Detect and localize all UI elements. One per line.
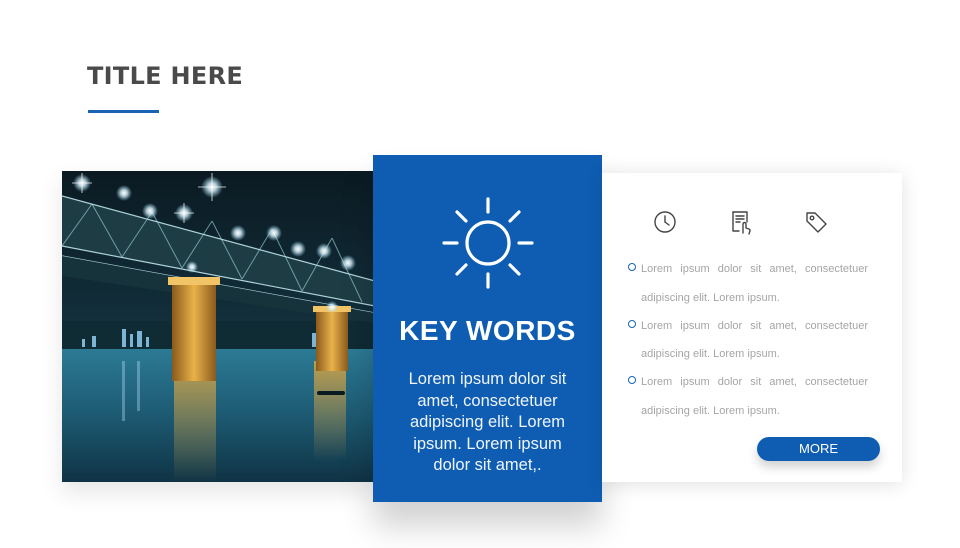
bridge-photo	[62, 171, 375, 482]
bullet-text: Lorem ipsum dolor sit amet, consectetuer	[641, 376, 868, 388]
title-underline	[88, 110, 159, 113]
details-card: Lorem ipsum dolor sit amet, consectetuer…	[602, 173, 902, 482]
bullet-text: Lorem ipsum dolor sit amet, consectetuer	[641, 263, 868, 275]
list-item: Lorem ipsum dolor sit amet, consectetuer…	[628, 368, 868, 425]
bullet-circle-icon	[628, 376, 636, 384]
list-item: Lorem ipsum dolor sit amet, consectetuer…	[628, 255, 868, 312]
tag-icon	[803, 209, 829, 235]
bullet-text: adipiscing elit. Lorem ipsum.	[641, 291, 780, 304]
slide-title: TITLE HERE	[87, 62, 244, 90]
key-words-card: KEY WORDS Lorem ipsum dolor sit amet, co…	[373, 155, 602, 502]
key-words-title: KEY WORDS	[399, 315, 576, 346]
clock-icon	[652, 209, 678, 235]
bullet-circle-icon	[628, 263, 636, 271]
more-button[interactable]: MORE	[757, 437, 880, 461]
bullet-circle-icon	[628, 319, 636, 328]
bullet-list: Lorem ipsum dolor sit amet, consectetuer…	[628, 255, 868, 425]
bullet-text: adipiscing elit. Lorem ipsum.	[641, 348, 780, 360]
bullet-text: Lorem ipsum dolor sit amet, consectetuer	[641, 319, 868, 332]
bullet-text: adipiscing elit. Lorem ipsum.	[641, 404, 780, 417]
document-touch-icon	[728, 209, 754, 235]
list-item: Lorem ipsum dolor sit amet, consectetuer…	[628, 312, 868, 369]
sun-icon	[440, 195, 536, 291]
key-words-text: Lorem ipsum dolor sit amet, consectetuer…	[408, 370, 567, 474]
